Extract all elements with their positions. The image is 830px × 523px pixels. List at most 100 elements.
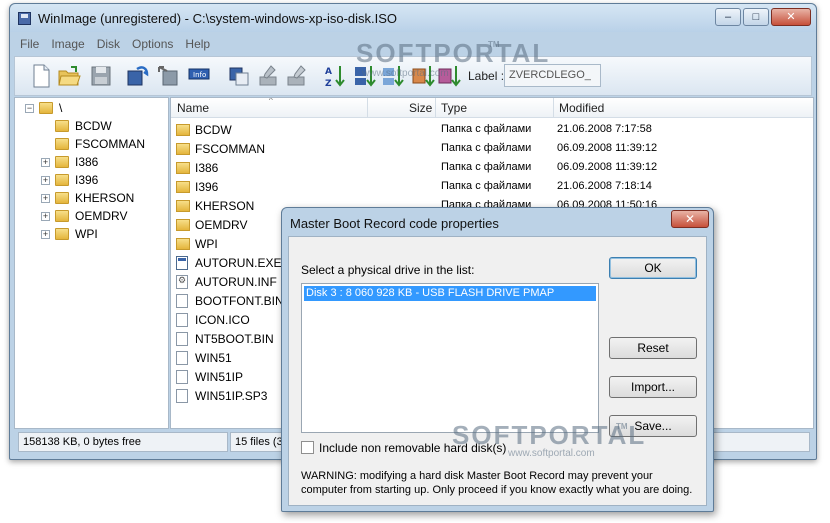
tree-label: WPI [75, 227, 98, 241]
menu-options[interactable]: Options [126, 34, 179, 51]
tree-item[interactable]: BCDW [15, 118, 165, 136]
tree-label: OEMDRV [75, 209, 128, 223]
save-icon[interactable] [89, 63, 113, 89]
file-name: WIN51IP.SP3 [195, 389, 268, 403]
expand-icon[interactable]: + [41, 158, 50, 167]
menu-help[interactable]: Help [179, 34, 216, 51]
svg-text:Z: Z [325, 79, 332, 89]
tree-item[interactable]: + WPI [15, 226, 165, 244]
file-modified: 21.06.2008 7:18:14 [557, 180, 652, 192]
title-bar[interactable]: WinImage (unregistered) - C:\system-wind… [10, 4, 816, 32]
tree-label: \ [59, 101, 63, 115]
list-row[interactable]: BCDW Папка с файлами 21.06.2008 7:17:58 [171, 120, 813, 139]
folder-icon [176, 238, 190, 250]
file-modified: 21.06.2008 7:17:58 [557, 123, 652, 135]
tree-item[interactable]: + KHERSON [15, 190, 165, 208]
expand-icon[interactable]: + [41, 212, 50, 221]
folder-icon [176, 162, 190, 174]
executable-icon [176, 256, 188, 270]
settings-file-icon [176, 275, 188, 289]
file-type: Папка с файлами [441, 123, 532, 135]
mbr-warning-text: WARNING: modifying a hard disk Master Bo… [301, 470, 693, 496]
inject-icon[interactable] [125, 63, 149, 89]
collapse-icon[interactable]: − [25, 104, 34, 113]
tree-label: I386 [75, 155, 99, 169]
svg-text:A: A [325, 67, 332, 77]
watermark-url: www.softportal.com [362, 68, 449, 79]
file-name: WIN51 [195, 351, 232, 365]
winimage-app-icon [18, 12, 31, 25]
label-caption: Label : [468, 69, 505, 83]
file-icon [176, 370, 188, 384]
include-hard-disks-checkbox[interactable] [301, 441, 314, 454]
watermark-tm: TM [488, 40, 500, 49]
drive-list[interactable]: Disk 3 : 8 060 928 KB - USB FLASH DRIVE … [301, 283, 599, 433]
list-row[interactable]: FSCOMMAN Папка с файлами 06.09.2008 11:39:… [171, 139, 813, 158]
file-name: KHERSON [195, 199, 255, 213]
list-row[interactable]: I396 Папка с файлами 21.06.2008 7:18:14 [171, 177, 813, 196]
menu-disk[interactable]: Disk [91, 34, 126, 51]
watermark-url-2: www.softportal.com [508, 448, 595, 459]
tree-item[interactable]: + I396 [15, 172, 165, 190]
folder-icon [55, 228, 69, 240]
folder-icon [39, 102, 53, 114]
folder-icon [176, 181, 190, 193]
dialog-close-button[interactable]: ✕ [671, 210, 709, 228]
expand-icon[interactable]: + [41, 230, 50, 239]
import-button[interactable]: Import... [609, 376, 697, 398]
tree-label: KHERSON [75, 191, 135, 205]
list-row[interactable]: I386 Папка с файлами 06.09.2008 11:39:12 [171, 158, 813, 177]
folder-icon [176, 124, 190, 136]
status-free-space: 158138 KB, 0 bytes free [18, 432, 228, 452]
maximize-button[interactable]: □ [743, 8, 769, 26]
tree-label: I396 [75, 173, 99, 187]
tree-item-root[interactable]: − \ [15, 100, 165, 118]
tree-label: FSCOMMAN [75, 137, 145, 151]
file-name: I386 [195, 161, 219, 175]
ok-button[interactable]: OK [609, 257, 697, 279]
expand-icon[interactable]: + [41, 194, 50, 203]
minimize-button[interactable]: – [715, 8, 741, 26]
dialog-title: Master Boot Record code properties [290, 216, 499, 231]
menu-file[interactable]: File [14, 34, 45, 51]
file-icon [176, 389, 188, 403]
column-name-header[interactable]: Name [177, 101, 209, 115]
file-type: Папка с файлами [441, 142, 532, 154]
close-button[interactable]: ✕ [771, 8, 811, 26]
sort-ascending-icon: ^ [269, 97, 273, 105]
folder-icon [176, 219, 190, 231]
folder-icon [55, 138, 69, 150]
tree-item[interactable]: + OEMDRV [15, 208, 165, 226]
file-name: FSCOMMAN [195, 142, 265, 156]
expand-icon[interactable]: + [41, 176, 50, 185]
svg-text:Info: Info [193, 71, 206, 79]
sort-az-icon[interactable]: AZ [323, 63, 347, 89]
drive-list-item-selected[interactable]: Disk 3 : 8 060 928 KB - USB FLASH DRIVE … [304, 286, 596, 301]
folder-icon [55, 156, 69, 168]
tree-item[interactable]: FSCOMMAN [15, 136, 165, 154]
open-icon[interactable] [57, 63, 81, 89]
menu-image[interactable]: Image [45, 34, 90, 51]
edit-icon[interactable] [285, 63, 309, 89]
copy-icon[interactable] [227, 63, 251, 89]
file-name: OEMDRV [195, 218, 248, 232]
paste-icon[interactable] [257, 63, 281, 89]
extract-icon[interactable] [155, 63, 179, 89]
watermark-tm-2: TM [616, 422, 628, 431]
tree-item[interactable]: + I386 [15, 154, 165, 172]
file-name: AUTORUN.INF [195, 275, 277, 289]
column-modified-header[interactable]: Modified [559, 101, 604, 115]
column-type-header[interactable]: Type [441, 101, 467, 115]
list-header: Name ^ Size Type Modified [171, 98, 813, 118]
file-icon [176, 313, 188, 327]
dialog-body: Select a physical drive in the list: Dis… [288, 236, 707, 506]
file-name: I396 [195, 180, 219, 194]
reset-button[interactable]: Reset [609, 337, 697, 359]
tree-label: BCDW [75, 119, 112, 133]
info-icon[interactable]: Info [187, 63, 211, 89]
file-name: ICON.ICO [195, 313, 250, 327]
drive-prompt: Select a physical drive in the list: [301, 263, 475, 277]
folder-icon [55, 120, 69, 132]
column-size-header[interactable]: Size [409, 101, 432, 115]
new-icon[interactable] [29, 63, 53, 89]
